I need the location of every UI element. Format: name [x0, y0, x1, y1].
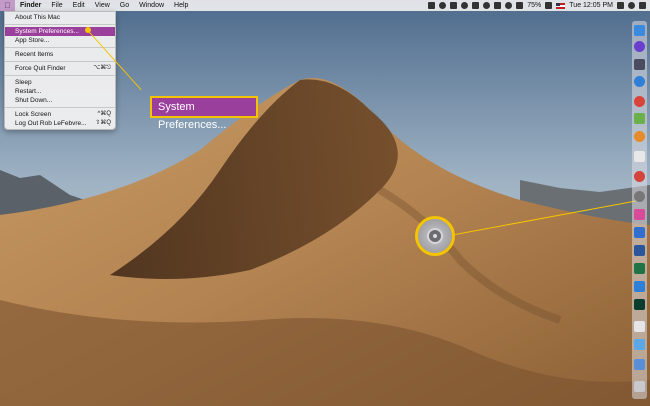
battery-percent[interactable]: 75% — [527, 2, 541, 9]
menu-item-label: System Preferences... — [15, 28, 79, 35]
menu-item-shortcut: ⌥⌘⎋ — [93, 65, 111, 71]
menu-item-label: Lock Screen — [15, 111, 52, 118]
zoomed-system-preferences-icon — [415, 216, 455, 256]
reminders-icon[interactable] — [634, 227, 645, 238]
menu-item-label: About This Mac — [15, 14, 61, 21]
word-icon[interactable] — [634, 245, 645, 256]
menu-item-about[interactable]: About This Mac — [5, 13, 115, 22]
menu-item-lock-screen[interactable]: Lock Screen ^⌘Q — [5, 110, 115, 119]
menu-item-shortcut: ⇧⌘Q — [95, 120, 111, 126]
menu-item-label: Sleep — [15, 79, 32, 86]
menu-separator — [5, 61, 115, 62]
menu-item-label: Restart... — [15, 88, 42, 95]
menu-bar:  Finder File Edit View Go Window Help 7… — [0, 0, 650, 11]
messages-icon[interactable] — [634, 151, 645, 162]
menu-view[interactable]: View — [90, 0, 115, 11]
notification-center-icon[interactable] — [639, 2, 646, 9]
menu-item-restart[interactable]: Restart... — [5, 87, 115, 96]
callout-dot — [85, 27, 91, 33]
menu-separator — [5, 47, 115, 48]
menu-edit[interactable]: Edit — [68, 0, 90, 11]
menu-item-force-quit[interactable]: Force Quit Finder ⌥⌘⎋ — [5, 64, 115, 73]
menu-item-label: Shut Down... — [15, 97, 53, 104]
status-icon[interactable] — [472, 2, 480, 9]
menu-file[interactable]: File — [46, 0, 67, 11]
battery-icon[interactable] — [545, 2, 553, 9]
us-flag-icon[interactable] — [556, 2, 566, 9]
launchpad-icon[interactable] — [634, 59, 645, 70]
photoshop-icon[interactable] — [634, 299, 645, 310]
cloud-icon[interactable] — [461, 2, 469, 9]
menu-window[interactable]: Window — [134, 0, 169, 11]
finder-icon[interactable] — [634, 25, 645, 36]
user-avatar-icon[interactable] — [628, 2, 635, 9]
time-machine-icon[interactable] — [483, 2, 491, 9]
menu-separator — [5, 107, 115, 108]
menu-separator — [5, 75, 115, 76]
trash-icon[interactable] — [634, 381, 645, 392]
itunes-icon[interactable] — [634, 171, 645, 182]
menu-item-label: Log Out Rob LeFebvre... — [15, 120, 87, 127]
excel-icon[interactable] — [634, 263, 645, 274]
photos-icon[interactable] — [634, 131, 645, 142]
menu-item-log-out[interactable]: Log Out Rob LeFebvre... ⇧⌘Q — [5, 119, 115, 128]
callout-system-preferences: System Preferences... — [150, 96, 258, 131]
menu-item-label: Recent Items — [15, 51, 54, 58]
folder-icon[interactable] — [634, 339, 645, 350]
menu-item-shortcut: ^⌘Q — [97, 111, 111, 117]
search-icon[interactable] — [617, 2, 624, 9]
calendar-icon[interactable] — [634, 209, 645, 220]
document-icon[interactable] — [634, 321, 645, 332]
siri-icon[interactable] — [634, 41, 645, 52]
clock[interactable]: Tue 12:05 PM — [569, 2, 613, 9]
menu-help[interactable]: Help — [169, 0, 193, 11]
menu-item-recent-items[interactable]: Recent Items — [5, 50, 115, 59]
downloads-icon[interactable] — [634, 359, 645, 370]
apple-menu: About This Mac System Preferences... App… — [4, 11, 116, 130]
system-preferences-icon[interactable] — [634, 191, 645, 202]
menu-separator — [5, 24, 115, 25]
safari-icon[interactable] — [634, 76, 645, 87]
menu-item-label: Force Quit Finder — [15, 65, 66, 72]
menu-item-system-preferences[interactable]: System Preferences... — [5, 27, 115, 36]
chrome-icon[interactable] — [634, 96, 645, 107]
wifi-icon[interactable] — [505, 2, 513, 9]
status-area: 75% Tue 12:05 PM — [428, 0, 646, 11]
dock — [632, 21, 647, 399]
menu-item-shut-down[interactable]: Shut Down... — [5, 96, 115, 105]
menu-item-sleep[interactable]: Sleep — [5, 78, 115, 87]
status-icon[interactable] — [428, 2, 436, 9]
bluetooth-icon[interactable] — [494, 2, 502, 9]
powerpoint-icon[interactable] — [634, 281, 645, 292]
menu-finder[interactable]: Finder — [15, 0, 46, 11]
volume-icon[interactable] — [516, 2, 524, 9]
dropbox-icon[interactable] — [450, 2, 458, 9]
status-icon[interactable] — [439, 2, 447, 9]
maps-icon[interactable] — [634, 113, 645, 124]
apple-icon[interactable]:  — [0, 0, 15, 11]
gear-icon — [427, 228, 443, 244]
menu-item-label: App Store... — [15, 37, 50, 44]
menu-go[interactable]: Go — [115, 0, 134, 11]
